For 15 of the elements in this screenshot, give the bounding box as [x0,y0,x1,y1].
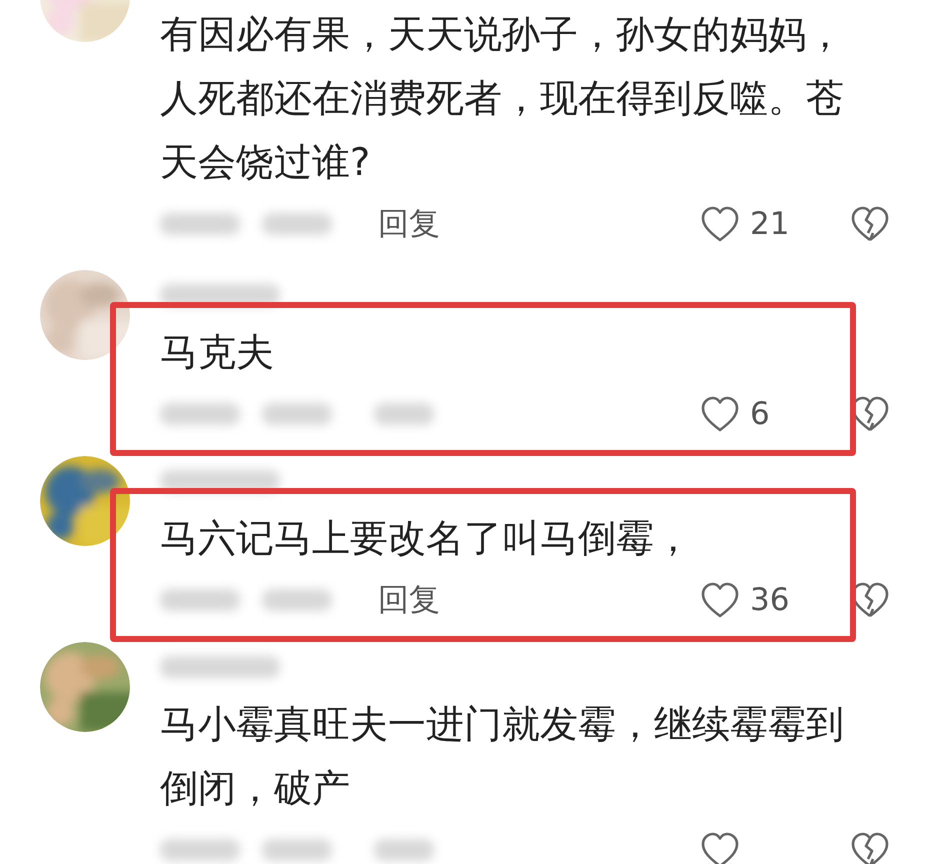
like-count: 6 [750,396,770,432]
reply-link[interactable]: 回复 [378,579,440,621]
heart-icon[interactable] [700,582,740,618]
broken-heart-icon[interactable] [850,832,890,864]
reply-link[interactable]: 回复 [378,203,440,245]
like-count: 36 [750,582,790,618]
comment-text: 有因必有果，天天说孙子，孙女的妈妈，人死都还在消费死者，现在得到反噬。苍天会饶过谁? [160,11,845,186]
heart-icon[interactable] [700,396,740,432]
like-count: 21 [750,206,790,242]
broken-heart-icon[interactable] [850,206,890,242]
comment-text: 马克夫 [160,329,275,376]
comment-text: 马六记马上要改名了叫马倒霉， [160,515,693,562]
heart-icon[interactable] [700,832,740,864]
heart-icon[interactable] [700,206,740,242]
comment-text: 马小霉真旺夫一进门就发霉，继续霉霉到倒闭，破产 [160,701,845,812]
